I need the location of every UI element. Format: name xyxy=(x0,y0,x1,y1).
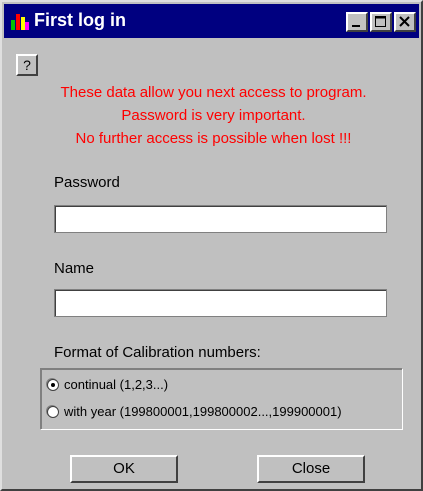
minimize-icon xyxy=(352,25,360,27)
close-button[interactable]: Close xyxy=(257,455,365,483)
password-field[interactable] xyxy=(54,205,387,233)
calibration-format-label: Format of Calibration numbers: xyxy=(54,344,261,361)
maximize-button[interactable] xyxy=(370,12,392,32)
radio-continual-label: continual (1,2,3...) xyxy=(64,377,169,392)
radio-continual[interactable]: continual (1,2,3...) xyxy=(47,377,168,392)
close-window-button[interactable] xyxy=(394,12,416,32)
radio-with-year[interactable]: with year (199800001,199800002...,199900… xyxy=(47,404,342,419)
login-dialog: First log in ? These data allow you next… xyxy=(0,0,423,491)
radio-button-unselected[interactable] xyxy=(47,405,59,418)
password-label: Password xyxy=(54,174,120,191)
title-bar[interactable]: First log in xyxy=(4,4,419,38)
close-icon xyxy=(399,16,410,27)
ok-button[interactable]: OK xyxy=(70,455,178,483)
radio-button-selected[interactable] xyxy=(47,378,59,391)
name-label: Name xyxy=(54,260,95,277)
window-title: First log in xyxy=(34,10,126,30)
maximize-icon xyxy=(375,16,386,27)
help-button[interactable]: ? xyxy=(16,54,38,76)
warning-line-3: No further access is possible when lost … xyxy=(75,130,352,147)
radio-with-year-label: with year (199800001,199800002...,199900… xyxy=(64,404,342,419)
name-field[interactable] xyxy=(54,289,387,317)
minimize-button[interactable] xyxy=(346,12,368,32)
app-logo-icon xyxy=(10,11,30,31)
warning-line-1: These data allow you next access to prog… xyxy=(60,84,367,101)
warning-line-2: Password is very important. xyxy=(121,107,306,124)
